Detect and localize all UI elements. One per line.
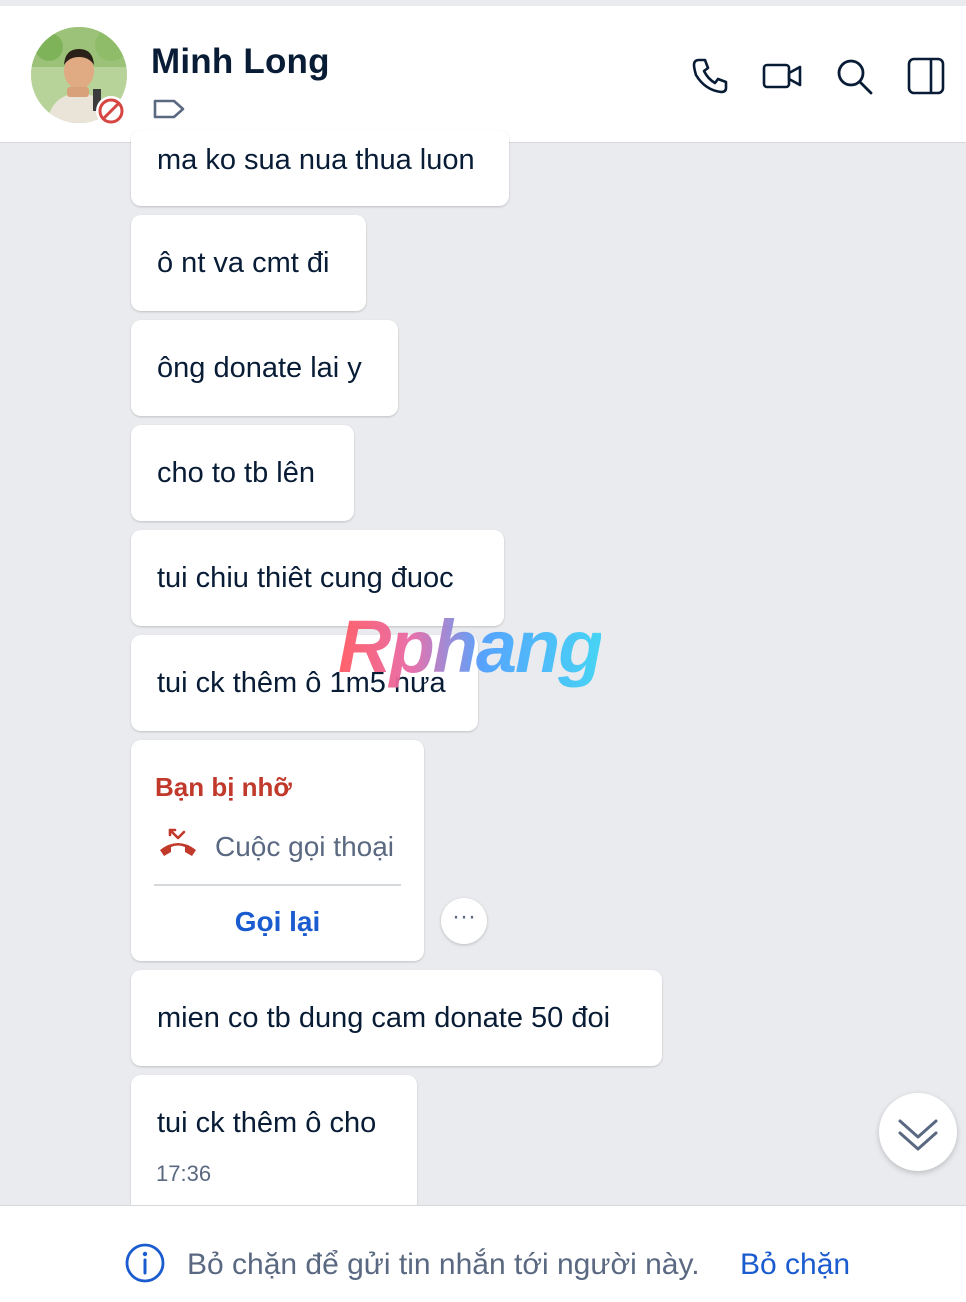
watermark-logo: Rphang — [338, 605, 603, 688]
message-text: cho to tb lên — [157, 457, 315, 489]
info-icon — [125, 1243, 165, 1283]
search-icon[interactable] — [834, 56, 874, 96]
blocked-notice: Bỏ chặn để gửi tin nhắn tới người này. — [187, 1248, 700, 1281]
message-text: tui chiu thiêt cung đuoc — [157, 562, 454, 594]
call-card-divider — [154, 884, 401, 886]
toggle-panel-icon[interactable] — [906, 56, 946, 96]
double-chevron-down-icon — [898, 1119, 938, 1151]
message-text: tui ck thêm ô cho — [157, 1107, 377, 1139]
message-bubble[interactable]: mien co tb dung cam donate 50 đoi — [131, 970, 662, 1066]
blocked-icon — [98, 98, 124, 124]
scroll-to-bottom-button[interactable] — [879, 1093, 957, 1171]
missed-call-title: Bạn bị nhỡ — [155, 772, 292, 802]
message-text: ông donate lai y — [157, 352, 362, 384]
call-type-label: Cuộc gọi thoại — [215, 831, 395, 862]
tag-icon[interactable] — [152, 94, 186, 124]
message-text: mien co tb dung cam donate 50 đoi — [157, 1002, 611, 1034]
message-text: ô nt va cmt đi — [157, 247, 330, 279]
message-bubble[interactable]: ma ko sua nua thua luon — [131, 130, 509, 206]
call-back-button[interactable]: Gọi lại — [131, 906, 424, 938]
message-bubble[interactable]: cho to tb lên — [131, 425, 354, 521]
blocked-footer: Bỏ chặn để gửi tin nhắn tới người này. B… — [0, 1205, 966, 1302]
unblock-link[interactable]: Bỏ chặn — [740, 1248, 850, 1282]
chat-header: Minh Long — [0, 6, 966, 143]
chat-window: Minh Long ma ko sua nua thua luon ô nt v… — [0, 0, 966, 1302]
blocked-badge — [96, 96, 126, 126]
message-timestamp: 17:36 — [156, 1161, 212, 1186]
message-bubble[interactable]: ông donate lai y — [131, 320, 398, 416]
phone-call-icon[interactable] — [690, 56, 730, 96]
video-call-icon[interactable] — [762, 56, 802, 96]
message-bubble[interactable]: ô nt va cmt đi — [131, 215, 366, 311]
missed-call-card[interactable]: Bạn bị nhỡ Cuộc gọi thoại Gọi lại — [131, 740, 424, 961]
more-options-button[interactable]: ··· — [441, 898, 487, 944]
message-bubble[interactable]: tui ck thêm ô cho 17:36 — [131, 1075, 417, 1215]
missed-call-icon — [160, 828, 196, 856]
message-text: ma ko sua nua thua luon — [157, 144, 475, 176]
contact-name[interactable]: Minh Long — [151, 42, 330, 82]
